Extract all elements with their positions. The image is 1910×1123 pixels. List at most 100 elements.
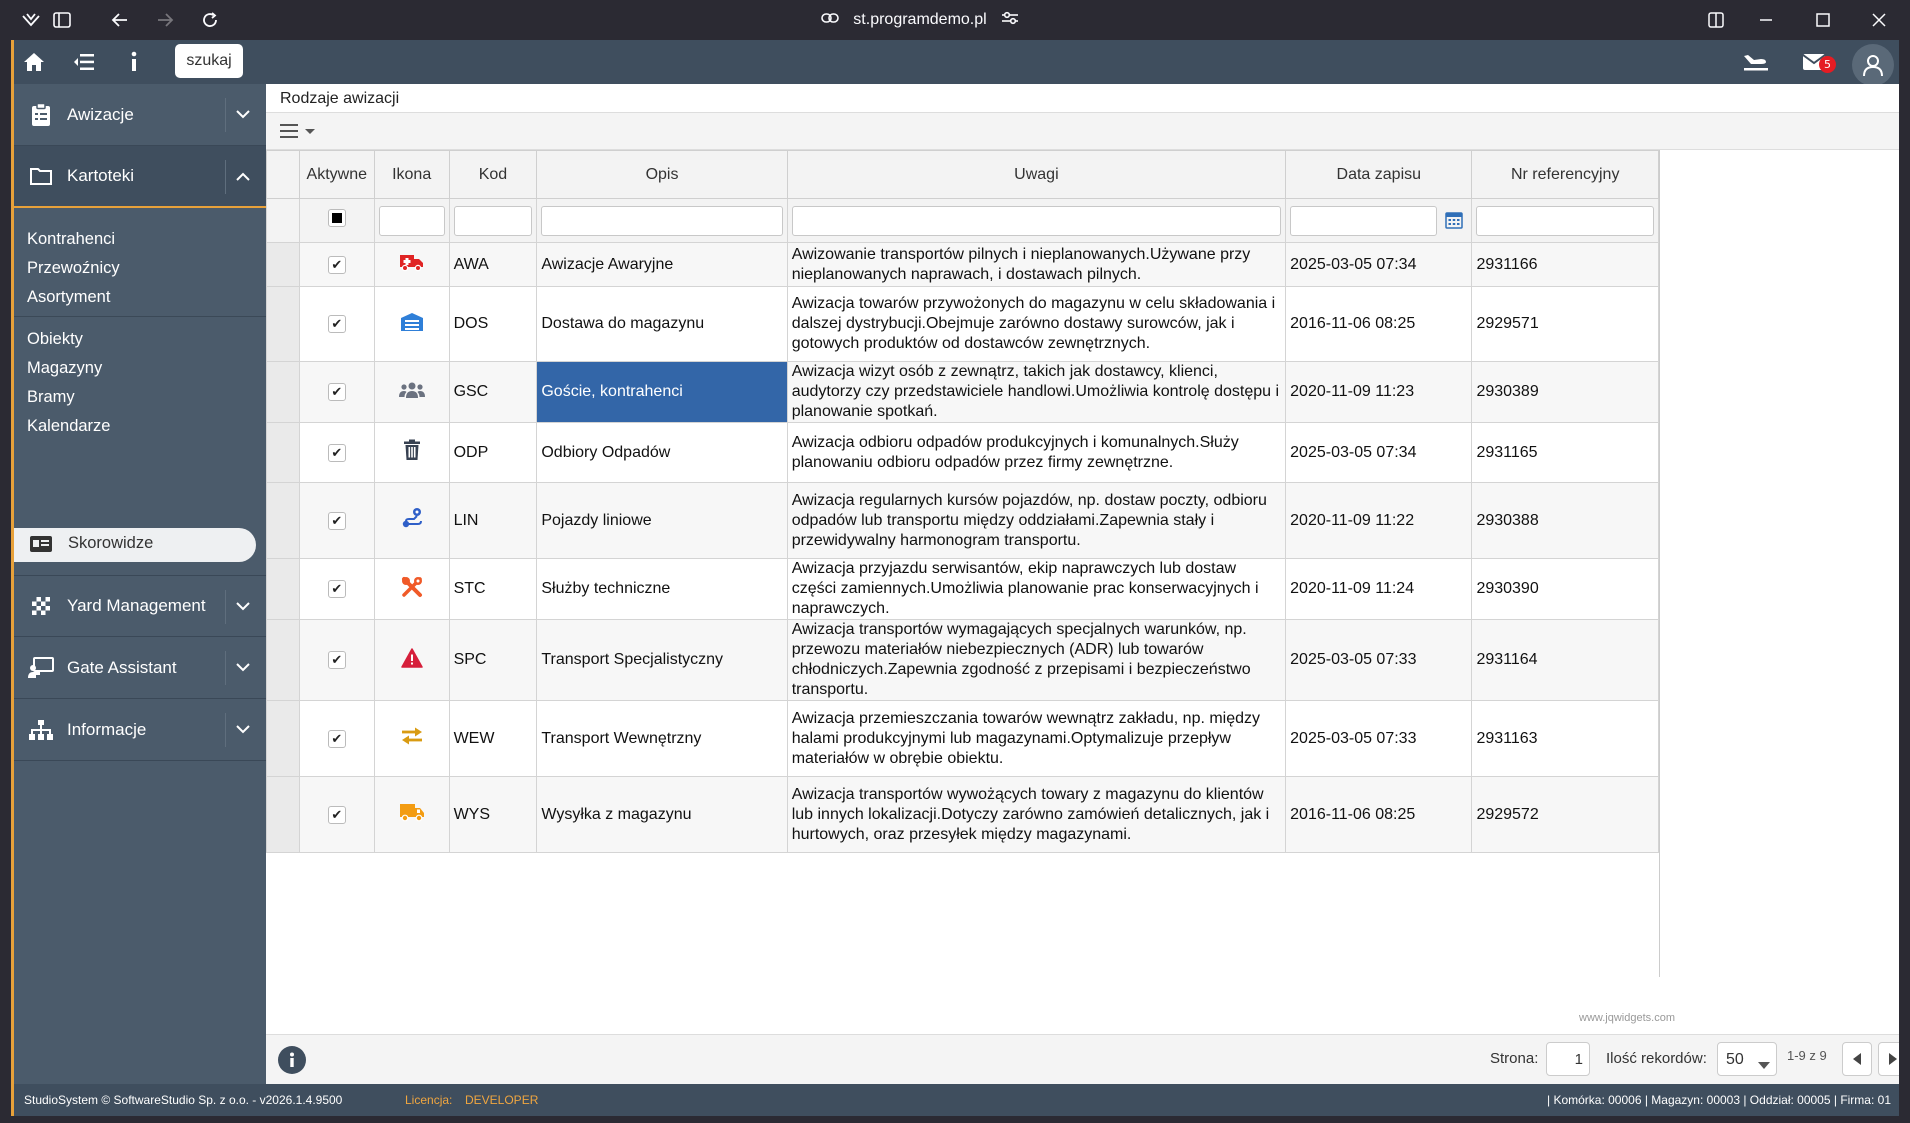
filter-input-data-zapisu[interactable]	[1290, 205, 1438, 236]
calendar-icon[interactable]	[1445, 211, 1464, 234]
sidebar-item-kalendarze[interactable]: Kalendarze	[27, 417, 110, 436]
cell-kod[interactable]: ODP	[448, 422, 538, 483]
chevron-down-icon[interactable]	[232, 657, 254, 679]
cell-kod[interactable]: LIN	[448, 482, 538, 559]
cell-uwagi[interactable]: Awizacja regularnych kursów pojazdów, np…	[786, 482, 1287, 559]
user-avatar[interactable]	[1852, 44, 1894, 86]
cell-uwagi[interactable]: Awizowanie transportów pilnych i nieplan…	[786, 242, 1287, 287]
sidebar-item-obiekty[interactable]: Obiekty	[27, 330, 83, 349]
cell-kod[interactable]: DOS	[448, 286, 538, 362]
info-circle-icon[interactable]	[278, 1046, 306, 1078]
row-header[interactable]	[266, 422, 300, 483]
table-row[interactable]: ✔ STC Służby techniczne Awizacja przyjazdu …	[266, 558, 1659, 620]
cell-data-zapisu[interactable]: 2016-11-06 08:25	[1285, 286, 1473, 362]
cell-uwagi[interactable]: Awizacja odbioru odpadów produkcyjnych i…	[786, 422, 1287, 483]
cell-data-zapisu[interactable]: 2025-03-05 07:34	[1285, 422, 1473, 483]
cell-opis[interactable]: Odbiory Odpadów	[536, 422, 788, 483]
sidebar-item-skorowidze[interactable]: Skorowidze	[14, 528, 256, 562]
filter-input-kod[interactable]	[453, 205, 533, 236]
sidebar-toggle-icon[interactable]	[50, 8, 74, 32]
row-header[interactable]	[266, 286, 300, 362]
cell-nr-referencyjny[interactable]: 2929571	[1471, 286, 1659, 362]
cell-opis[interactable]: Pojazdy liniowe	[536, 482, 788, 559]
search-button[interactable]: szukaj	[175, 44, 243, 78]
cell-uwagi[interactable]: Awizacja wizyt osób z zewnątrz, takich j…	[786, 361, 1287, 423]
active-checkbox[interactable]: ✔	[327, 443, 346, 462]
table-row[interactable]: ✔ DOS Dostawa do magazynu Awizacja towarów …	[266, 286, 1659, 362]
row-header[interactable]	[266, 242, 300, 287]
cell-data-zapisu[interactable]: 2020-11-09 11:23	[1285, 361, 1473, 423]
hamburger-menu-icon[interactable]	[280, 123, 316, 143]
sidebar-item-asortyment[interactable]: Asortyment	[27, 288, 110, 307]
cell-uwagi[interactable]: Awizacja transportów wywożących towary z…	[786, 776, 1287, 853]
cell-opis[interactable]: Goście, kontrahenci	[536, 361, 788, 423]
table-row[interactable]: ✔ AWA Awizacje Awaryjne Awizowanie transpor…	[266, 242, 1659, 287]
page-input[interactable]: 1	[1546, 1042, 1590, 1076]
filter-input-ikona[interactable]	[378, 205, 445, 236]
cell-opis[interactable]: Wysyłka z magazynu	[536, 776, 788, 853]
cell-kod[interactable]: WYS	[448, 776, 538, 853]
cell-uwagi[interactable]: Awizacja przemieszczania towarów wewnątr…	[786, 700, 1287, 777]
cell-data-zapisu[interactable]: 2025-03-05 07:33	[1285, 619, 1473, 701]
cell-opis[interactable]: Awizacje Awaryjne	[536, 242, 788, 287]
prev-page-button[interactable]	[1842, 1042, 1872, 1076]
table-row[interactable]: ✔ SPC Transport Specjalistyczny Awizacja tr…	[266, 619, 1659, 701]
sidebar-section-kartoteki[interactable]: Kartoteki	[14, 146, 266, 208]
row-header[interactable]	[266, 700, 300, 777]
sidebar-section-awizacje[interactable]: Awizacje	[14, 84, 266, 146]
row-header[interactable]	[266, 619, 300, 701]
cell-opis[interactable]: Dostawa do magazynu	[536, 286, 788, 362]
active-checkbox[interactable]: ✔	[327, 729, 346, 748]
cell-kod[interactable]: GSC	[448, 361, 538, 423]
cell-data-zapisu[interactable]: 2020-11-09 11:22	[1285, 482, 1473, 559]
chevron-up-icon[interactable]	[232, 165, 254, 187]
active-checkbox[interactable]: ✔	[327, 315, 346, 333]
records-select[interactable]: 50	[1717, 1042, 1777, 1076]
cell-data-zapisu[interactable]: 2025-03-05 07:34	[1285, 242, 1473, 287]
sidebar-item-bramy[interactable]: Bramy	[27, 388, 75, 407]
table-row[interactable]: ✔ WEW Transport Wewnętrzny Awizacja przemie…	[266, 700, 1659, 777]
table-row[interactable]: ✔ ODP Odbiory Odpadów Awizacja odbioru odpa…	[266, 422, 1659, 483]
chevron-down-icon[interactable]	[232, 719, 254, 741]
maximize-icon[interactable]	[1811, 8, 1835, 32]
back-icon[interactable]	[108, 8, 132, 32]
column-header-aktywne[interactable]: Aktywne	[298, 150, 375, 199]
airplane-landing-icon[interactable]	[1740, 48, 1772, 76]
active-checkbox[interactable]: ✔	[327, 511, 346, 530]
forward-icon[interactable]	[153, 8, 177, 32]
chevron-down-icon[interactable]	[232, 595, 254, 617]
filter-input-nr-referencyjny[interactable]	[1476, 205, 1654, 236]
column-header-data-zapisu[interactable]: Data zapisu	[1285, 150, 1473, 199]
active-checkbox[interactable]: ✔	[327, 383, 346, 401]
sidebar-section-yard-management[interactable]: Yard Management	[14, 575, 266, 637]
table-row[interactable]: ✔ WYS Wysyłka z magazynu Awizacja transport…	[266, 776, 1659, 853]
cell-data-zapisu[interactable]: 2025-03-05 07:33	[1285, 700, 1473, 777]
address-bar[interactable]: st.programdemo.pl	[800, 6, 1040, 34]
filter-input-opis[interactable]	[541, 205, 783, 236]
reload-icon[interactable]	[198, 8, 222, 32]
cell-kod[interactable]: SPC	[448, 619, 538, 701]
chevron-down-icon[interactable]	[232, 104, 254, 126]
active-checkbox[interactable]: ✔	[327, 651, 346, 669]
info-icon[interactable]	[120, 48, 148, 76]
sidebar-section-gate-assistant[interactable]: Gate Assistant	[14, 637, 266, 699]
active-checkbox[interactable]: ✔	[327, 805, 346, 824]
sidebar-item-przewoznicy[interactable]: Przewoźnicy	[27, 259, 120, 278]
cell-nr-referencyjny[interactable]: 2930389	[1471, 361, 1659, 423]
cell-nr-referencyjny[interactable]: 2931166	[1471, 242, 1659, 287]
cell-opis[interactable]: Transport Wewnętrzny	[536, 700, 788, 777]
cell-nr-referencyjny[interactable]: 2931164	[1471, 619, 1659, 701]
column-header-ikona[interactable]: Ikona	[373, 150, 450, 199]
sidebar-item-magazyny[interactable]: Magazyny	[27, 359, 102, 378]
table-row[interactable]: ✔ GSC Goście, kontrahenci Awizacja wizyt os…	[266, 361, 1659, 423]
row-header[interactable]	[266, 361, 300, 423]
collapse-menu-icon[interactable]	[70, 48, 98, 76]
home-icon[interactable]	[20, 48, 48, 76]
column-header-nr-referencyjny[interactable]: Nr referencyjny	[1471, 150, 1659, 199]
next-page-button[interactable]	[1878, 1042, 1899, 1076]
sidebar-item-kontrahenci[interactable]: Kontrahenci	[27, 230, 115, 249]
column-header-kod[interactable]: Kod	[448, 150, 538, 199]
row-header[interactable]	[266, 482, 300, 559]
browser-logo-icon[interactable]	[19, 8, 43, 32]
filter-input-uwagi[interactable]	[791, 205, 1282, 236]
